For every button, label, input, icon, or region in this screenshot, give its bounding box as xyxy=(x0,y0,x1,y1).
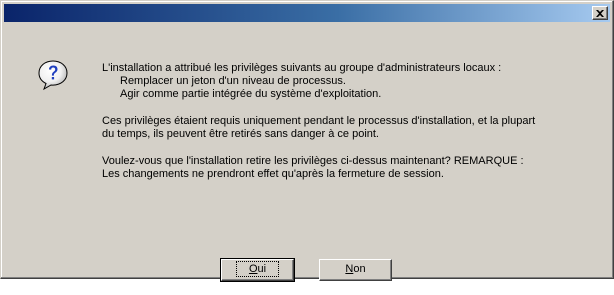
close-icon xyxy=(596,9,604,17)
dialog-message: L'installation a attribué les privilèges… xyxy=(102,62,598,181)
close-button[interactable] xyxy=(592,6,608,20)
message-line: L'installation a attribué les privilèges… xyxy=(102,62,502,74)
no-button[interactable]: Non xyxy=(319,259,392,281)
yes-button[interactable]: Oui xyxy=(220,258,295,282)
message-line: Ces privilèges étaient requis uniquement… xyxy=(102,115,536,127)
privilege-item: Remplacer un jeton d'un niveau de proces… xyxy=(120,75,346,87)
privilege-item: Agir comme partie intégrée du système d'… xyxy=(120,88,382,100)
message-line: Voulez-vous que l'installation retire le… xyxy=(102,155,524,167)
message-line: Les changements ne prendront effet qu'ap… xyxy=(102,168,444,180)
message-line: du temps, ils peuvent être retirés sans … xyxy=(102,128,379,140)
message-dialog: L'installation a attribué les privilèges… xyxy=(0,0,614,282)
yes-button-label: Oui xyxy=(235,261,280,277)
title-bar[interactable] xyxy=(4,4,610,22)
no-button-label: Non xyxy=(345,263,366,275)
question-icon xyxy=(38,60,68,91)
